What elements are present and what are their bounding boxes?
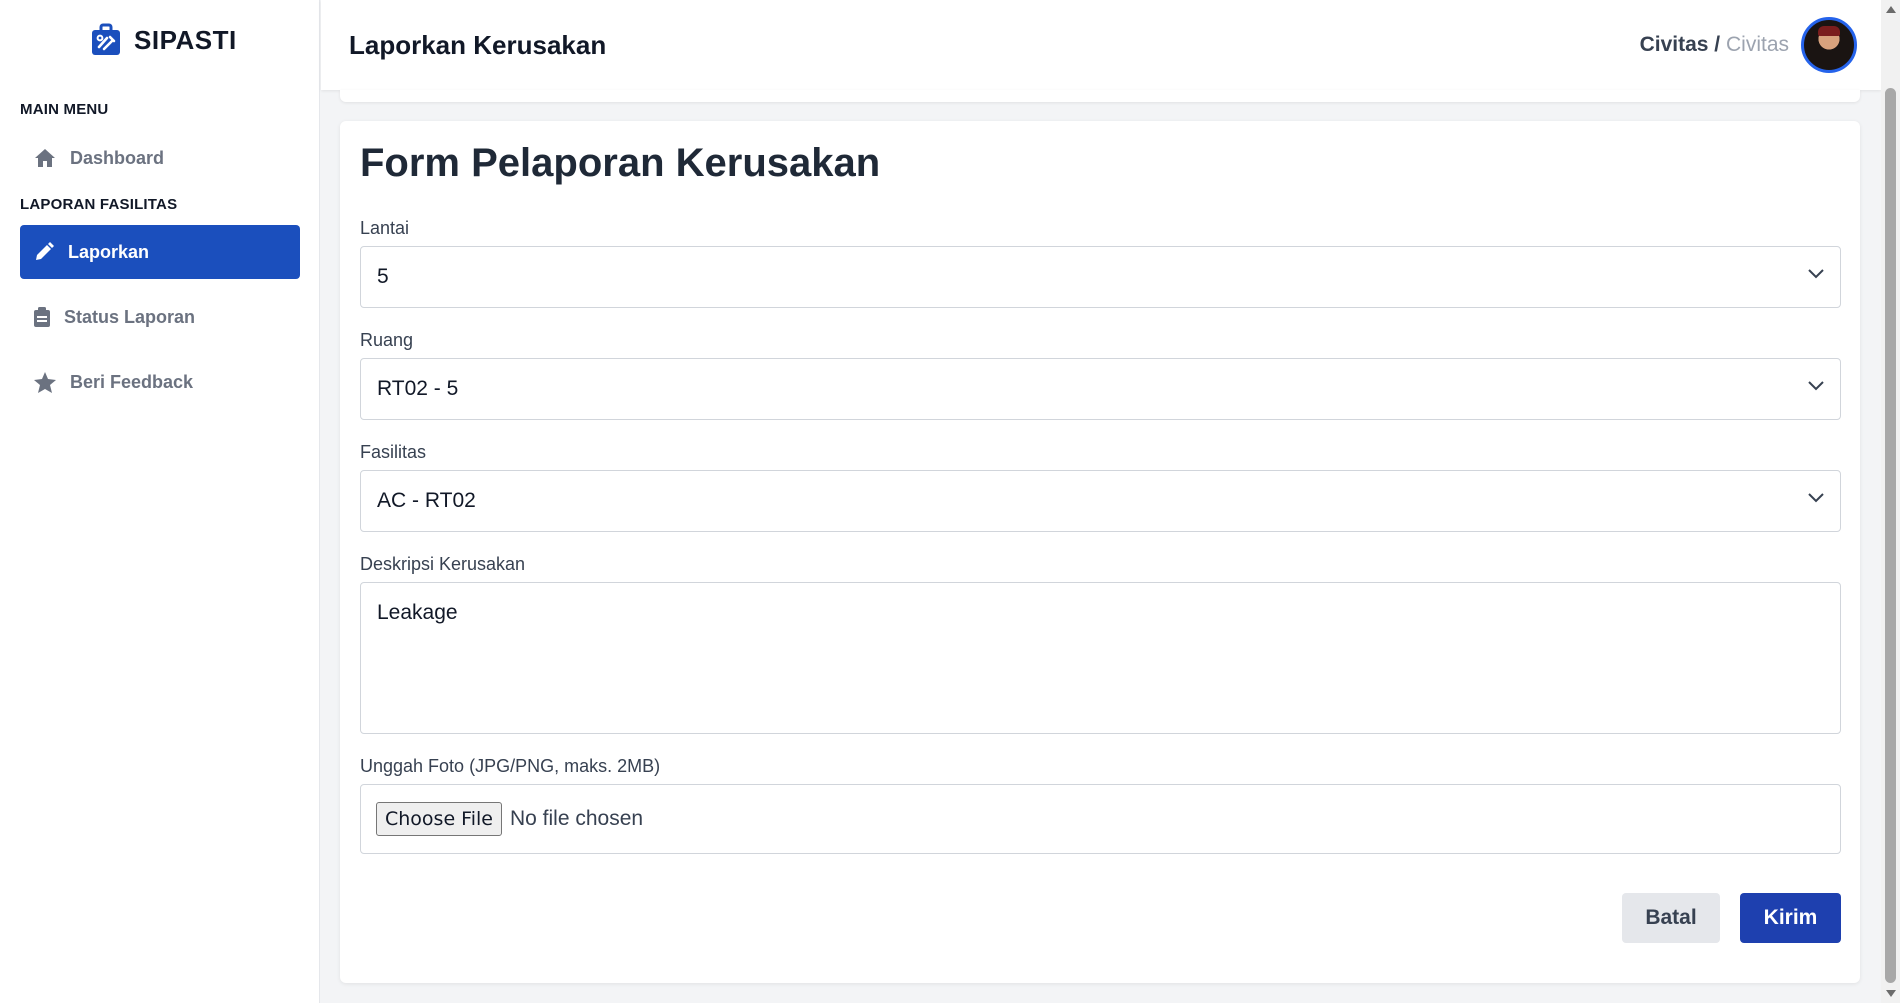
brand[interactable]: SIPASTI	[90, 22, 237, 58]
chevron-down-icon	[1808, 381, 1824, 391]
top-bar: Laporkan Kerusakan Civitas / Civitas	[321, 0, 1881, 90]
lantai-label: Lantai	[360, 218, 410, 238]
star-icon	[34, 371, 56, 393]
report-form-card: Form Pelaporan Kerusakan Lantai 5 Ruang …	[340, 121, 1860, 983]
user-role: Civitas / Civitas	[1640, 33, 1789, 57]
fasilitas-label: Fasilitas	[360, 442, 427, 462]
foto-label: Unggah Foto (JPG/PNG, maks. 2MB)	[360, 756, 661, 776]
file-status: No file chosen	[509, 807, 644, 830]
choose-file-button[interactable]: Choose File	[376, 802, 502, 836]
scroll-thumb[interactable]	[1885, 88, 1896, 983]
sidebar-item-label: Dashboard	[70, 147, 165, 168]
sidebar-item-label: Laporkan	[68, 241, 150, 262]
sidebar-item-laporkan[interactable]: Laporkan	[20, 225, 300, 279]
ruang-label: Ruang	[360, 330, 414, 350]
foto-file-input[interactable]: Choose File No file chosen	[360, 784, 1841, 854]
sidebar-item-label: Status Laporan	[64, 306, 196, 327]
pencil-icon	[36, 242, 54, 260]
deskripsi-label: Deskripsi Kerusakan	[360, 554, 526, 574]
section-label-main-menu: MAIN MENU	[20, 101, 109, 118]
chevron-down-icon	[1808, 493, 1824, 503]
app-name: SIPASTI	[134, 24, 237, 55]
page-title: Laporkan Kerusakan	[349, 30, 607, 60]
scrollbar[interactable]	[1881, 0, 1900, 1003]
chevron-down-icon	[1808, 269, 1824, 279]
sidebar-item-status-laporan[interactable]: Status Laporan	[20, 290, 300, 344]
lantai-value: 5	[377, 265, 389, 288]
cancel-button[interactable]: Batal	[1622, 893, 1720, 943]
home-icon	[35, 149, 55, 167]
user-menu[interactable]: Civitas / Civitas	[1640, 16, 1857, 74]
section-label-laporan-fasilitas: LAPORAN FASILITAS	[20, 196, 178, 213]
ruang-select[interactable]: RT02 - 5	[360, 358, 1841, 420]
lantai-select[interactable]: 5	[360, 246, 1841, 308]
user-role-secondary: Civitas	[1725, 33, 1789, 56]
sidebar-item-beri-feedback[interactable]: Beri Feedback	[20, 355, 300, 409]
sidebar: SIPASTI MAIN MENU Dashboard LAPORAN FASI…	[0, 0, 320, 1003]
form-title: Form Pelaporan Kerusakan	[360, 141, 881, 185]
user-role-separator: /	[1708, 33, 1726, 56]
scroll-down-icon[interactable]	[1886, 990, 1896, 997]
avatar[interactable]	[1801, 17, 1857, 73]
header-card-strip	[340, 90, 1860, 102]
deskripsi-textarea[interactable]: Leakage	[360, 582, 1841, 734]
sidebar-item-label: Beri Feedback	[70, 371, 194, 392]
clipboard-icon	[34, 307, 50, 327]
scroll-up-icon[interactable]	[1886, 6, 1896, 13]
submit-button[interactable]: Kirim	[1740, 893, 1841, 943]
fasilitas-value: AC - RT02	[377, 489, 476, 512]
sidebar-item-dashboard[interactable]: Dashboard	[20, 131, 300, 185]
ruang-value: RT02 - 5	[377, 377, 459, 400]
toolbox-icon	[92, 23, 120, 55]
user-role-primary: Civitas	[1639, 33, 1709, 56]
fasilitas-select[interactable]: AC - RT02	[360, 470, 1841, 532]
